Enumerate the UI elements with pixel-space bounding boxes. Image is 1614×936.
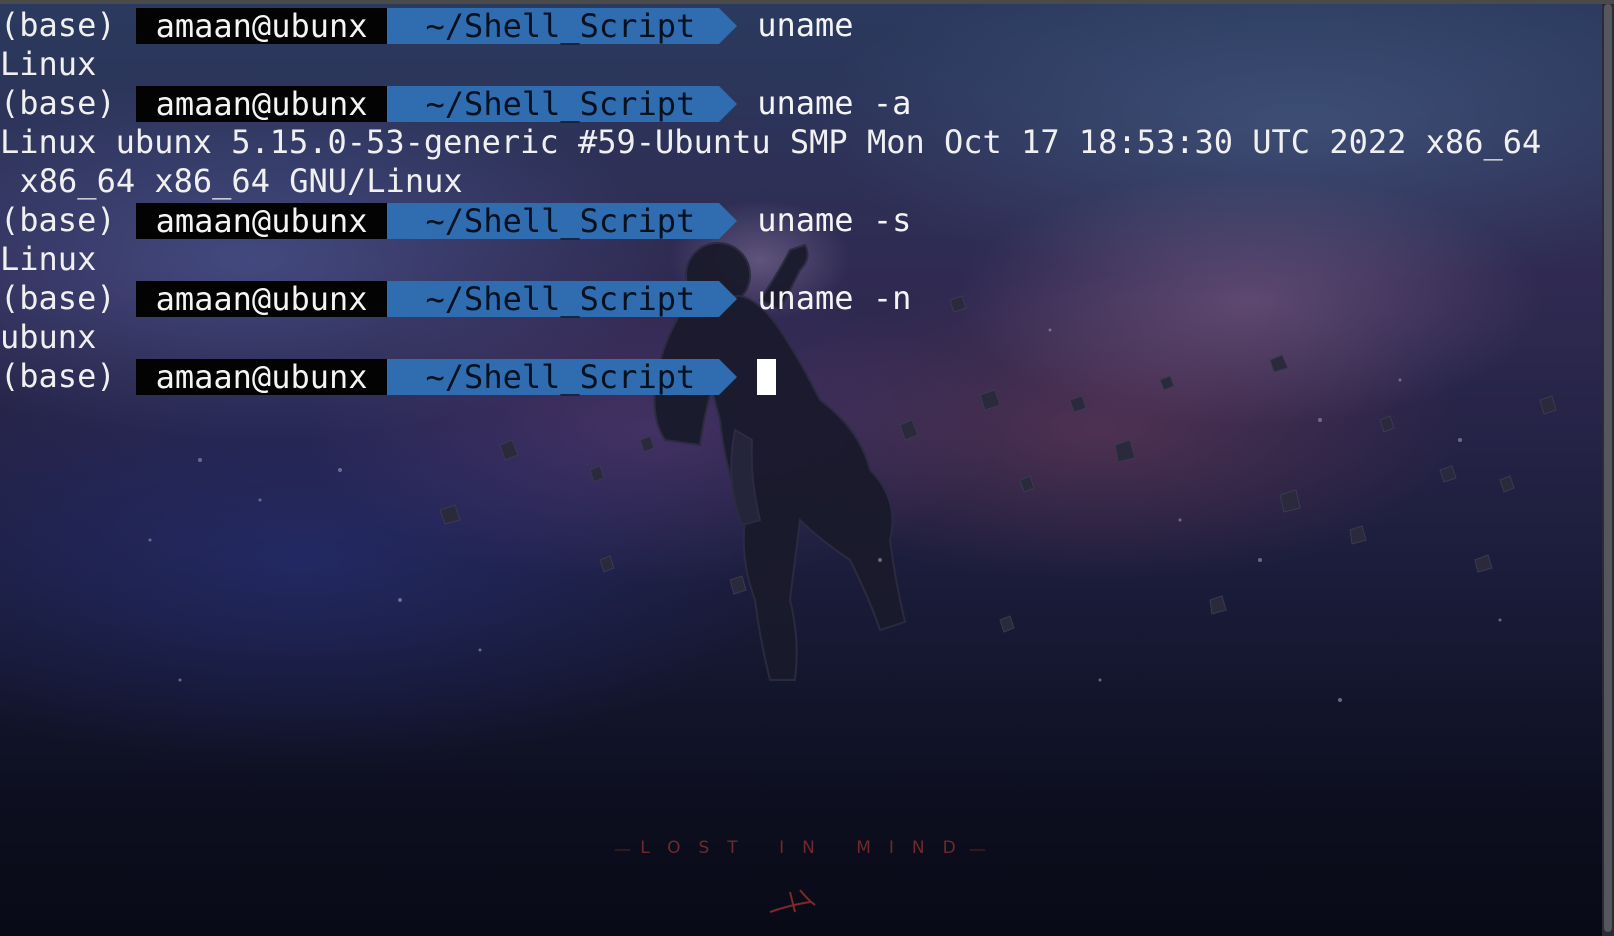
- prompt-env: (base): [0, 357, 116, 395]
- prompt-env: (base): [0, 279, 116, 317]
- prompt-directory: ~/Shell_Script: [386, 358, 737, 395]
- output-line: Linux: [0, 240, 97, 278]
- prompt-line: (base) amaan@ubunx ~/Shell_Script uname -s: [0, 201, 1541, 240]
- prompt-command: uname: [757, 6, 854, 44]
- text-cursor[interactable]: [757, 358, 777, 395]
- terminal-window[interactable]: LOST IN MIND (base) amaan@ubunx ~/Shell_Sc…: [0, 0, 1614, 936]
- prompt-user-host: amaan@ubunx: [135, 85, 405, 122]
- prompt-directory: ~/Shell_Script: [386, 85, 737, 122]
- prompt-env: (base): [0, 6, 116, 44]
- output-line: Linux: [0, 45, 97, 83]
- wallpaper-caption: LOST IN MIND: [640, 838, 974, 858]
- prompt-user-host: amaan@ubunx: [135, 7, 405, 44]
- output-line: ubunx: [0, 318, 97, 356]
- prompt-line: (base) amaan@ubunx ~/Shell_Script uname: [0, 6, 1541, 45]
- prompt-directory: ~/Shell_Script: [386, 202, 737, 239]
- prompt-user-host: amaan@ubunx: [135, 202, 405, 239]
- prompt-env: (base): [0, 84, 116, 122]
- window-top-border: [0, 0, 1614, 4]
- prompt-directory: ~/Shell_Script: [386, 280, 737, 317]
- prompt-line: (base) amaan@ubunx ~/Shell_Script uname -n: [0, 279, 1541, 318]
- signature-mark: [769, 889, 816, 913]
- output-line: x86_64 x86_64 GNU/Linux: [19, 162, 463, 200]
- prompt-command: uname -n: [757, 279, 912, 317]
- prompt-user-host: amaan@ubunx: [135, 358, 405, 395]
- prompt-line: (base) amaan@ubunx ~/Shell_Script: [0, 357, 1541, 396]
- prompt-directory: ~/Shell_Script: [386, 7, 737, 44]
- scrollbar-thumb[interactable]: [1604, 4, 1612, 932]
- terminal-output: (base) amaan@ubunx ~/Shell_Script uname Linu…: [0, 6, 1541, 396]
- output-line: Linux ubunx 5.15.0-53-generic #59-Ubuntu…: [0, 123, 1542, 161]
- prompt-line: (base) amaan@ubunx ~/Shell_Script uname -a: [0, 84, 1541, 123]
- prompt-command: uname -a: [757, 84, 912, 122]
- prompt-user-host: amaan@ubunx: [135, 280, 405, 317]
- prompt-command: uname -s: [757, 201, 912, 239]
- prompt-env: (base): [0, 201, 116, 239]
